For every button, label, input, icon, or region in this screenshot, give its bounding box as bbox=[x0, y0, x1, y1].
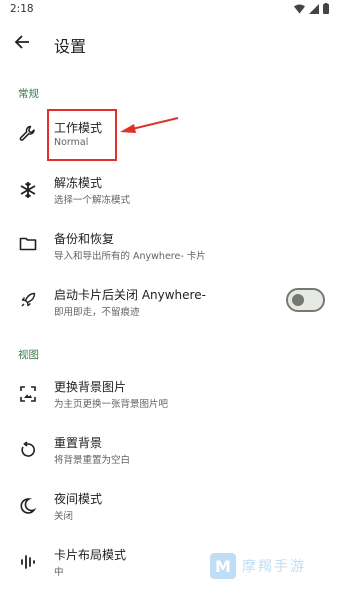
pref-close-after-launch[interactable]: 启动卡片后关闭 Anywhere- 即用即走，不留痕迹 bbox=[0, 274, 337, 330]
wrench-icon bbox=[17, 123, 39, 145]
pref-title: 备份和恢复 bbox=[54, 232, 115, 246]
pref-title: 更换背景图片 bbox=[54, 380, 127, 394]
section-header-general: 常规 bbox=[18, 88, 39, 100]
pref-summary: 导入和导出所有的 Anywhere- 卡片 bbox=[54, 251, 206, 262]
pref-title: 重置背景 bbox=[54, 436, 103, 450]
equalizer-icon bbox=[17, 551, 39, 573]
close-after-launch-switch[interactable] bbox=[286, 288, 325, 312]
pref-summary: 即用即走，不留痕迹 bbox=[54, 307, 140, 318]
rocket-icon bbox=[17, 289, 39, 311]
pref-reset-background[interactable]: 重置背景 将背景重置为空白 bbox=[0, 422, 337, 478]
pref-freeze-mode[interactable]: 解冻模式 选择一个解冻模式 bbox=[0, 162, 337, 218]
battery-icon bbox=[323, 3, 329, 14]
switch-knob bbox=[292, 294, 304, 306]
pref-night-mode[interactable]: 夜间模式 关闭 bbox=[0, 478, 337, 534]
app-bar: 设置 bbox=[0, 18, 337, 70]
watermark-text: 摩羯手游 bbox=[242, 559, 306, 575]
pref-summary: 中 bbox=[54, 567, 64, 578]
annotation-highlight-box bbox=[47, 109, 117, 161]
moon-icon bbox=[17, 495, 39, 517]
wifi-icon bbox=[294, 4, 305, 13]
pref-summary: 将背景重置为空白 bbox=[54, 455, 131, 466]
annotation-arrow-icon bbox=[120, 117, 179, 133]
pref-title: 卡片布局模式 bbox=[54, 548, 127, 562]
pref-title: 解冻模式 bbox=[54, 176, 103, 190]
page-title: 设置 bbox=[54, 37, 87, 56]
watermark: M 摩羯手游 bbox=[210, 548, 330, 584]
signal-icon bbox=[309, 3, 319, 14]
status-icons bbox=[294, 3, 329, 14]
pref-summary: 选择一个解冻模式 bbox=[54, 195, 131, 206]
arrow-left-icon bbox=[14, 35, 29, 49]
status-bar: 2:18 bbox=[0, 0, 337, 18]
pref-summary: 关闭 bbox=[54, 511, 74, 522]
pref-title: 启动卡片后关闭 Anywhere- bbox=[54, 288, 206, 302]
pref-backup-restore[interactable]: 备份和恢复 导入和导出所有的 Anywhere- 卡片 bbox=[0, 218, 337, 274]
pref-change-background[interactable]: 更换背景图片 为主页更换一张背景图片吧 bbox=[0, 366, 337, 422]
pref-summary: 为主页更换一张背景图片吧 bbox=[54, 399, 169, 410]
image-frame-icon bbox=[17, 383, 39, 405]
pref-title: 夜间模式 bbox=[54, 492, 103, 506]
watermark-logo-icon: M bbox=[210, 553, 236, 579]
folder-icon bbox=[17, 233, 39, 255]
section-header-view: 视图 bbox=[18, 349, 39, 361]
status-time: 2:18 bbox=[10, 3, 34, 15]
back-button[interactable] bbox=[8, 28, 36, 56]
reset-icon bbox=[17, 439, 39, 461]
snowflake-icon bbox=[17, 179, 39, 201]
